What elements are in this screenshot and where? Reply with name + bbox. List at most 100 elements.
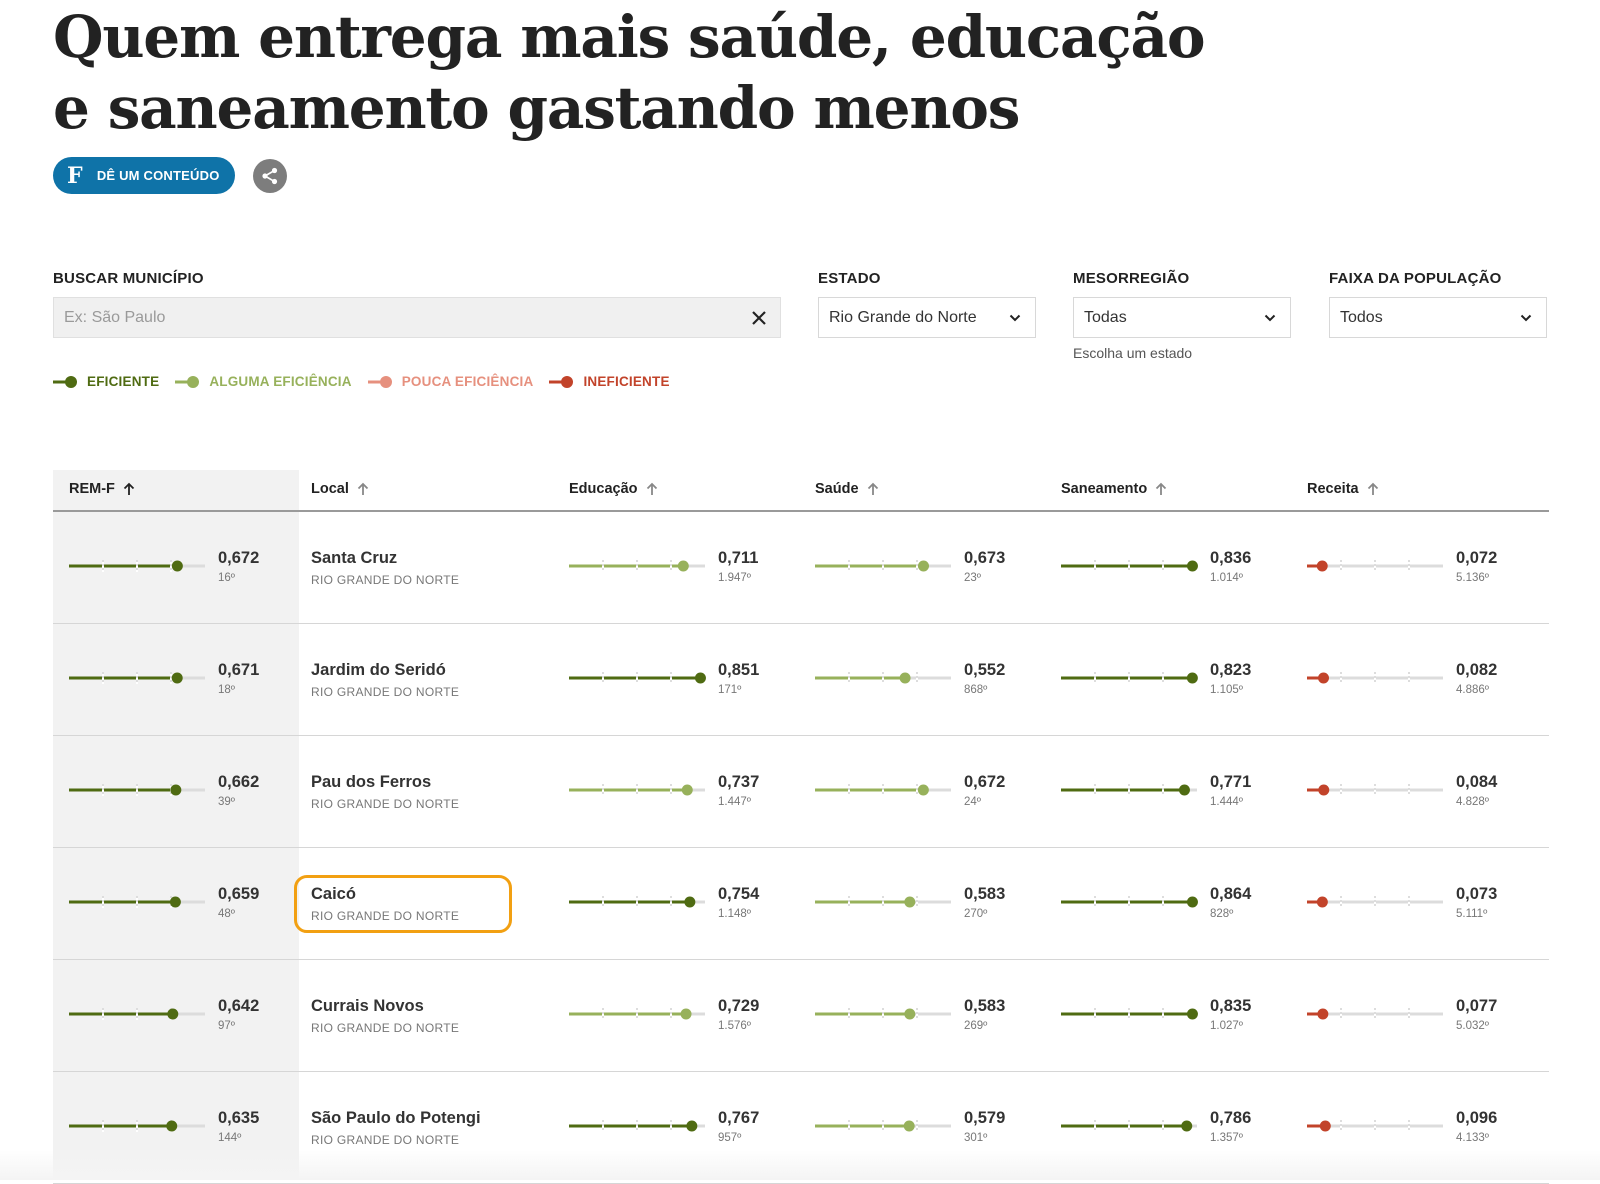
score-rank: 1.357º [1210,1132,1243,1144]
efficiency-legend: EFICIENTE ALGUMA EFICIÊNCIA POUCA EFICIÊNC… [53,374,686,389]
score-dot [904,1008,916,1020]
score-rank: 868º [964,684,988,696]
state-select[interactable]: Rio Grande do Norte [818,297,1036,338]
score-dot [169,896,181,908]
score-rank: 171º [718,684,742,696]
meso-select[interactable]: Todas [1073,297,1291,338]
column-header-4[interactable]: Saneamento [1061,481,1167,497]
score-rank: 16º [218,572,235,584]
score-dot [680,1008,692,1020]
score-dot [686,1120,698,1132]
chevron-down-icon [1009,314,1021,322]
column-header-label: Saúde [815,481,859,497]
table-row[interactable]: 0,671 18º 0,851 171º 0,552 868º 0,823 1.105º 0,0… [53,624,1549,736]
table-row[interactable]: 0,672 16º 0,711 1.947º 0,673 23º 0,836 1.014º 0,… [53,512,1549,624]
legend-label: EFICIENTE [87,374,160,389]
legend-marker-icon [549,375,574,388]
column-header-0[interactable]: REM-F [69,481,135,497]
score-bar [1307,896,1443,908]
score-rank: 5.111º [1456,908,1488,920]
score-value: 0,673 [964,549,1006,567]
score-bar [815,672,951,684]
state-label: ESTADO [818,270,881,287]
score-bar [1061,560,1198,572]
legend-marker-icon [367,375,392,388]
score-value: 0,642 [218,997,260,1015]
meso-hint: Escolha um estado [1073,345,1193,361]
legend-item-alguma: ALGUMA EFICIÊNCIA [175,374,352,389]
score-rank: 144º [218,1132,242,1144]
population-select[interactable]: Todos [1329,297,1547,338]
metric-cell-rem-f: 0,671 18º [69,624,299,735]
page: Quem entrega mais saúde, educação e sane… [53,0,1549,1184]
metric-cell-educação: 0,711 1.947º [569,512,799,623]
metric-cell-rem-f: 0,642 97º [69,960,299,1071]
chevron-down-icon [1520,314,1532,322]
score-bar [1307,560,1443,572]
metric-cell-saneamento: 0,835 1.027º [1061,960,1291,1071]
share-button[interactable] [252,158,287,193]
score-value: 0,823 [1210,661,1252,679]
metric-cell-educação: 0,851 171º [569,624,799,735]
column-header-3[interactable]: Saúde [815,481,879,497]
table-row[interactable]: 0,642 97º 0,729 1.576º 0,583 269º 0,835 1.027º 0… [53,960,1549,1072]
meso-label: MESORREGIÃO [1073,270,1190,287]
table-row[interactable]: 0,659 48º 0,754 1.148º 0,583 270º 0,864 828º 0,0… [53,848,1549,960]
score-value: 0,671 [218,661,260,679]
score-bar [815,1120,951,1132]
score-value: 0,077 [1456,997,1498,1015]
score-bar [569,672,706,684]
legend-item-eficiente: EFICIENTE [53,374,159,389]
municipality-name: Caicó [311,885,356,903]
population-label: FAIXA DA POPULAÇÃO [1329,270,1502,287]
metric-cell-receita: 0,084 4.828º [1307,736,1537,847]
score-dot [1186,560,1198,572]
search-label: BUSCAR MUNICÍPIO [53,270,204,287]
close-icon[interactable] [750,309,768,327]
score-rank: 23º [964,572,981,584]
legend-item-ineficiente: INEFICIENTE [549,374,669,389]
score-value: 0,579 [964,1109,1006,1127]
score-dot [1317,672,1329,684]
search-box [53,297,781,338]
column-header-5[interactable]: Receita [1307,481,1379,497]
metric-cell-receita: 0,072 5.136º [1307,512,1537,623]
bottom-fade [0,1150,1600,1180]
score-value: 0,672 [218,549,260,567]
give-content-button[interactable]: F DÊ UM CONTEÚDO [53,157,235,194]
score-bar [69,1008,205,1020]
score-bar [815,784,951,796]
score-rank: 5.136º [1456,572,1489,584]
score-rank: 48º [218,908,235,920]
score-dot [1316,896,1328,908]
metric-cell-receita: 0,077 5.032º [1307,960,1537,1071]
score-rank: 1.027º [1210,1020,1243,1032]
municipality-state: RIO GRANDE DO NORTE [311,797,460,811]
metric-cell-saúde: 0,583 269º [815,960,1045,1071]
score-dot [684,896,696,908]
title-line-1: Quem entrega mais saúde, educação [53,3,1206,71]
score-dot [899,672,911,684]
score-value: 0,072 [1456,549,1498,567]
score-value: 0,662 [218,773,260,791]
column-header-1[interactable]: Local [311,481,369,497]
score-rank: 957º [718,1132,742,1144]
score-bar [1061,672,1198,684]
search-input[interactable] [54,298,714,337]
score-value: 0,583 [964,885,1006,903]
location-cell: Santa Cruz RIO GRANDE DO NORTE [311,512,551,623]
location-cell: Currais Novos RIO GRANDE DO NORTE [311,960,551,1071]
sort-arrow-icon [867,482,878,495]
sort-arrow-icon [357,482,369,495]
metric-cell-receita: 0,073 5.111º [1307,848,1537,959]
metric-cell-educação: 0,754 1.148º [569,848,799,959]
location-cell: Jardim do Seridó RIO GRANDE DO NORTE [311,624,551,735]
column-header-2[interactable]: Educação [569,481,658,497]
metric-cell-saúde: 0,583 270º [815,848,1045,959]
metric-cell-saúde: 0,552 868º [815,624,1045,735]
score-bar [1307,1008,1443,1020]
score-value: 0,729 [718,997,760,1015]
meso-select-value: Todas [1084,308,1127,326]
score-bar [69,672,205,684]
table-row[interactable]: 0,662 39º 0,737 1.447º 0,672 24º 0,771 1.444º 0,… [53,736,1549,848]
